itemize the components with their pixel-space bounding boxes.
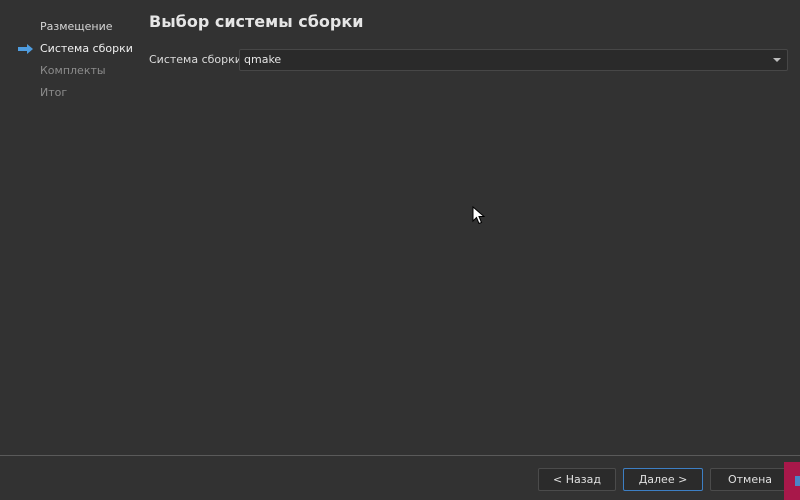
build-system-label: Система сборки: (149, 53, 246, 66)
step-build-system: Система сборки (0, 38, 140, 60)
step-placement: Размещение (0, 16, 140, 38)
step-label: Система сборки (40, 42, 133, 55)
build-system-combobox[interactable]: qmake (239, 49, 788, 71)
wizard-steps: Размещение Система сборки Комплекты Итог (0, 16, 140, 104)
build-system-row: Система сборки: qmake (149, 49, 788, 71)
page-title: Выбор системы сборки (149, 12, 364, 31)
app-tile-icon (795, 476, 800, 486)
next-button[interactable]: Далее > (623, 468, 703, 491)
step-kits: Комплекты (0, 60, 140, 82)
mouse-pointer-icon (472, 206, 485, 225)
build-system-value: qmake (244, 53, 282, 66)
build-system-wizard: Размещение Система сборки Комплекты Итог… (0, 0, 800, 500)
button-bar-divider (0, 455, 800, 456)
arrow-right-icon (18, 44, 33, 54)
chevron-down-icon[interactable] (773, 58, 781, 62)
taskbar-app-icon[interactable] (784, 462, 800, 500)
cancel-button[interactable]: Отмена (710, 468, 790, 491)
step-summary: Итог (0, 82, 140, 104)
step-label: Размещение (40, 20, 113, 33)
step-label: Комплекты (40, 64, 106, 77)
step-label: Итог (40, 86, 68, 99)
back-button[interactable]: < Назад (538, 468, 616, 491)
